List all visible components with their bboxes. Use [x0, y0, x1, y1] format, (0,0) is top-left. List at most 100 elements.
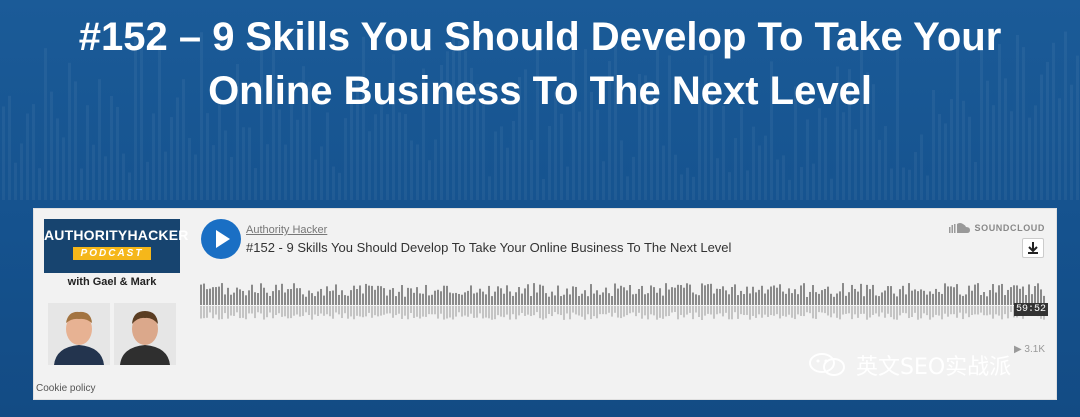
waveform-bar — [239, 289, 241, 305]
waveform-bar — [551, 291, 553, 305]
waveform-reflection-bar — [668, 306, 670, 316]
host-photo-mark — [114, 303, 176, 365]
wechat-icon — [809, 353, 845, 376]
waveform-bar — [905, 294, 907, 305]
download-button[interactable] — [1022, 238, 1044, 258]
waveform-reflection-bar — [635, 306, 637, 317]
waveform-reflection-bar — [416, 306, 418, 317]
waveform-reflection-bar — [263, 306, 265, 320]
play-count-icon: ▶ — [1013, 344, 1022, 355]
waveform-bar — [824, 288, 826, 305]
waveform-reflection-bar — [572, 306, 574, 313]
waveform-bar — [932, 293, 934, 305]
play-button[interactable] — [201, 219, 241, 259]
waveform-reflection-bar — [467, 306, 469, 317]
background-bar — [338, 172, 341, 200]
waveform-reflection-bar — [404, 306, 406, 316]
waveform-bar — [797, 294, 799, 305]
waveform-reflection-bar — [461, 306, 463, 317]
waveform-reflection-bar — [905, 306, 907, 314]
background-bar — [188, 137, 191, 200]
waveform-reflection-bar — [920, 306, 922, 319]
waveform-reflection-bar — [761, 306, 763, 318]
waveform-bar — [344, 295, 346, 305]
track-title[interactable]: #152 - 9 Skills You Should Develop To Ta… — [246, 240, 731, 255]
waveform-reflection-bar — [878, 306, 880, 317]
waveform-bar — [827, 286, 829, 305]
play-count: ▶ 3.1K — [1014, 344, 1045, 355]
background-bar — [884, 126, 887, 200]
waveform-bar — [512, 295, 514, 305]
waveform-reflection-bar — [767, 306, 769, 317]
background-bar — [890, 168, 893, 200]
cookie-policy-link[interactable]: Cookie policy — [36, 383, 95, 394]
author-link[interactable]: Authority Hacker — [246, 224, 327, 236]
waveform-reflection-bar — [419, 306, 421, 319]
waveform-reflection-bar — [278, 306, 280, 314]
waveform-reflection-bar — [431, 306, 433, 315]
waveform-bar — [884, 290, 886, 305]
waveform-reflection-bar — [1010, 306, 1012, 313]
waveform-bar — [944, 283, 946, 305]
waveform-bar — [266, 292, 268, 305]
waveform-bar — [500, 288, 502, 305]
waveform-bar — [509, 291, 511, 305]
waveform-bar — [1028, 284, 1030, 305]
background-bar — [248, 127, 251, 200]
waveform-reflection-bar — [686, 306, 688, 315]
waveform-reflection-bar — [713, 306, 715, 319]
waveform-reflection-bar — [242, 306, 244, 318]
waveform-bar — [338, 294, 340, 305]
waveform-reflection-bar — [779, 306, 781, 319]
waveform-bar — [455, 292, 457, 305]
background-bar — [404, 114, 407, 200]
background-bar — [80, 168, 83, 200]
waveform-reflection-bar — [632, 306, 634, 313]
waveform-bar — [410, 288, 412, 305]
waveform-reflection-bar — [227, 306, 229, 319]
waveform-bar — [596, 290, 598, 305]
waveform-bar — [767, 289, 769, 305]
waveform-reflection-bar — [749, 306, 751, 320]
waveform-reflection-bar — [347, 306, 349, 319]
waveform-bar — [758, 289, 760, 305]
waveform-bar — [353, 285, 355, 305]
background-bar — [152, 113, 155, 200]
waveform-bar — [668, 289, 670, 305]
audio-waveform[interactable] — [200, 275, 1046, 331]
soundcloud-logo[interactable]: SOUNDCLOUD — [948, 222, 1046, 233]
waveform-bar — [251, 284, 253, 305]
waveform-bar — [908, 283, 910, 305]
background-bar — [266, 144, 269, 200]
background-bar — [548, 126, 551, 200]
waveform-bar — [845, 295, 847, 305]
waveform-reflection-bar — [971, 306, 973, 315]
waveform-reflection-bar — [755, 306, 757, 318]
waveform-bar — [923, 290, 925, 305]
waveform-bar — [755, 292, 757, 305]
waveform-bar — [503, 293, 505, 305]
waveform-bar — [218, 286, 220, 305]
background-bar — [500, 126, 503, 200]
background-bar — [56, 118, 59, 200]
waveform-reflection-bar — [1007, 306, 1009, 319]
waveform-bar — [245, 295, 247, 305]
background-bar — [566, 166, 569, 200]
waveform-reflection-bar — [827, 306, 829, 316]
waveform-reflection-bar — [845, 306, 847, 314]
podcast-artwork[interactable]: AUTHORITYHACKER PODCAST with Gael & Mark — [44, 219, 188, 365]
background-bar — [824, 117, 827, 200]
waveform-bar — [968, 285, 970, 305]
waveform-reflection-bar — [524, 306, 526, 316]
waveform-reflection-bar — [542, 306, 544, 320]
waveform-reflection-bar — [638, 306, 640, 313]
waveform-reflection-bar — [899, 306, 901, 316]
waveform-reflection-bar — [716, 306, 718, 315]
waveform-bar — [323, 295, 325, 305]
waveform-bar — [371, 285, 373, 305]
waveform-reflection-bar — [968, 306, 970, 318]
waveform-reflection-bar — [554, 306, 556, 313]
waveform-bar — [497, 286, 499, 305]
waveform-bar — [863, 296, 865, 305]
waveform-bar — [233, 292, 235, 305]
